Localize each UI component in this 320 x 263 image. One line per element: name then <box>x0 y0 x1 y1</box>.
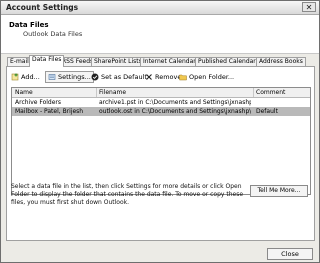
tab-data-files[interactable]: Data Files <box>29 55 65 67</box>
window-title: Account Settings <box>6 3 79 12</box>
list-row-mailbox[interactable]: Mailbox - Patel, Brijesh outlook.ost in … <box>12 107 310 116</box>
tell-me-more-button[interactable]: Tell Me More... <box>250 185 308 197</box>
column-header-filename[interactable]: Filename <box>99 89 126 96</box>
close-button[interactable]: Close <box>267 248 313 260</box>
column-divider <box>96 88 97 97</box>
data-files-panel: Add... Settings... Set as Default Remove… <box>6 66 315 241</box>
row-filename: archive1.pst in C:\Documents and Setting… <box>99 99 251 106</box>
column-header-comment[interactable]: Comment <box>256 89 285 96</box>
row-name: Mailbox - Patel, Brijesh <box>15 108 84 115</box>
set-as-default-button[interactable]: Set as Default <box>91 71 147 83</box>
data-files-list[interactable]: Name Filename Comment Archive Folders ar… <box>11 87 311 195</box>
tab-published-calendars[interactable]: Published Calendars <box>195 57 262 66</box>
list-header: Name Filename Comment <box>12 88 310 98</box>
header-subtitle: Outlook Data Files <box>23 30 83 38</box>
remove-x-icon <box>146 74 152 80</box>
title-bar[interactable]: Account Settings ✕ <box>1 1 319 15</box>
checkmark-icon <box>91 73 99 81</box>
settings-icon <box>48 74 56 80</box>
window-close-icon[interactable]: ✕ <box>302 2 316 12</box>
column-header-name[interactable]: Name <box>15 89 33 96</box>
row-filename: outlook.ost in C:\Documents and Settings… <box>99 108 251 115</box>
account-settings-window: Account Settings ✕ Data Files Outlook Da… <box>0 0 320 263</box>
row-comment: Default <box>256 108 278 115</box>
header-title: Data Files <box>9 21 49 29</box>
column-divider <box>253 88 254 97</box>
set-as-default-label: Set as Default <box>101 73 147 81</box>
help-text: Select a data file in the list, then cli… <box>11 183 244 206</box>
tab-address-books[interactable]: Address Books <box>256 57 306 66</box>
tab-sharepoint-lists[interactable]: SharePoint Lists <box>91 57 145 66</box>
tab-internet-calendars[interactable]: Internet Calendars <box>140 57 202 66</box>
folder-icon <box>179 74 187 81</box>
settings-label: Settings... <box>58 73 91 81</box>
open-folder-label: Open Folder... <box>189 73 235 81</box>
open-folder-button[interactable]: Open Folder... <box>179 71 234 83</box>
row-name: Archive Folders <box>15 99 62 106</box>
list-row-archive-folders[interactable]: Archive Folders archive1.pst in C:\Docum… <box>12 98 310 107</box>
toolbar: Add... Settings... Set as Default Remove… <box>11 71 311 84</box>
dialog-header: Data Files Outlook Data Files <box>1 15 319 54</box>
add-label: Add... <box>21 73 40 81</box>
remove-label: Remove <box>155 73 182 81</box>
add-icon <box>11 73 19 81</box>
remove-button[interactable]: Remove <box>145 71 181 83</box>
settings-button[interactable]: Settings... <box>45 71 94 83</box>
add-button[interactable]: Add... <box>11 71 40 83</box>
